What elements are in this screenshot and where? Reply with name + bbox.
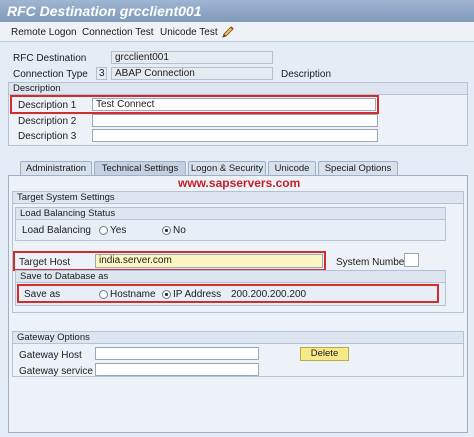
gateway-options-header: Gateway Options — [13, 332, 463, 344]
load-balancing-yes-radio[interactable] — [99, 226, 108, 235]
connection-type-code: 3 — [96, 67, 107, 80]
description-1-highlight — [10, 95, 379, 114]
load-balancing-yes-label: Yes — [110, 225, 127, 236]
description-group-header: Description — [9, 83, 467, 95]
connection-type-field: ABAP Connection — [111, 67, 273, 80]
gateway-service-label: Gateway service — [19, 366, 93, 377]
save-as-highlight — [17, 284, 439, 303]
load-balancing-label: Load Balancing — [22, 225, 91, 236]
load-balancing-header: Load Balancing Status — [16, 208, 445, 220]
gateway-host-input[interactable] — [95, 347, 259, 360]
save-to-database-header: Save to Database as — [16, 271, 445, 283]
system-number-input[interactable] — [404, 253, 419, 267]
target-host-highlight — [13, 251, 326, 271]
tab-technical-settings[interactable]: Technical Settings — [94, 161, 186, 176]
rfc-destination-field: grcclient001 — [111, 51, 273, 64]
remote-logon-button[interactable]: Remote Logon — [11, 27, 77, 38]
connection-type-label: Connection Type — [13, 69, 88, 80]
unicode-test-button[interactable]: Unicode Test — [160, 27, 218, 38]
tab-unicode[interactable]: Unicode — [268, 161, 316, 176]
description-2-input[interactable] — [92, 114, 378, 127]
watermark-text: www.sapservers.com — [178, 176, 301, 190]
rfc-destination-label: RFC Destination — [13, 53, 87, 64]
description-label: Description — [281, 69, 332, 80]
connection-test-button[interactable]: Connection Test — [82, 27, 154, 38]
description-3-input[interactable] — [92, 129, 378, 142]
gateway-host-label: Gateway Host — [19, 350, 82, 361]
tab-administration[interactable]: Administration — [20, 161, 92, 176]
tab-logon-security[interactable]: Logon & Security — [188, 161, 266, 176]
window-title: RFC Destination grcclient001 — [7, 3, 202, 19]
load-balancing-no-label: No — [173, 225, 186, 236]
description-2-label: Description 2 — [18, 116, 77, 127]
delete-button[interactable]: Delete — [300, 347, 349, 361]
gateway-service-input[interactable] — [95, 363, 259, 376]
target-system-header: Target System Settings — [13, 192, 463, 204]
description-3-label: Description 3 — [18, 131, 77, 142]
system-number-label: System Number — [336, 257, 408, 268]
pencil-icon[interactable] — [221, 25, 235, 39]
load-balancing-no-radio[interactable] — [162, 226, 171, 235]
tab-special-options[interactable]: Special Options — [318, 161, 398, 176]
